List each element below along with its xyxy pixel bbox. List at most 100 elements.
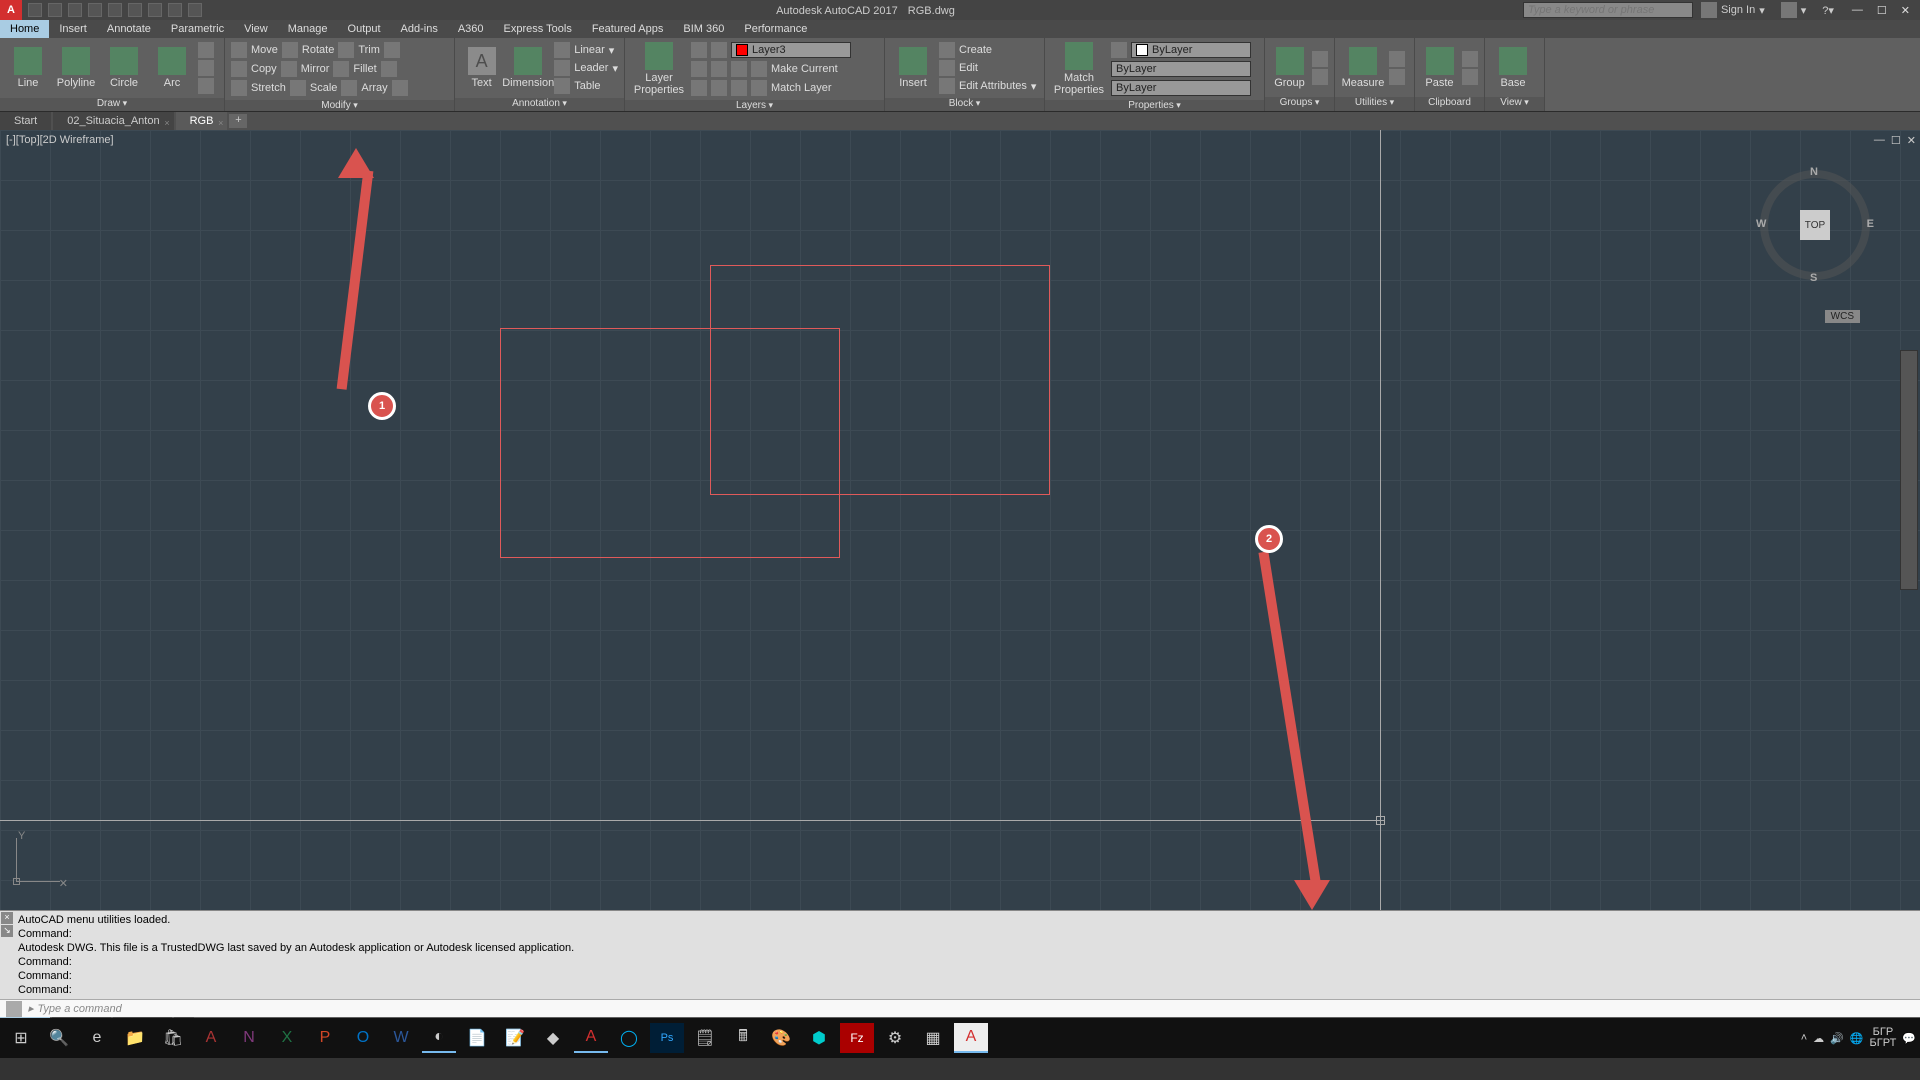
autocad-running-icon[interactable]: A	[954, 1023, 988, 1053]
tab-insert[interactable]: Insert	[49, 20, 97, 38]
app-logo[interactable]: A	[0, 0, 22, 20]
util-extra[interactable]	[1389, 69, 1405, 85]
app-icon[interactable]: ◆	[536, 1023, 570, 1053]
leader-button[interactable]: Leader▾	[554, 60, 618, 76]
panel-label-layers[interactable]: Layers	[625, 100, 884, 111]
file-icon[interactable]: 📄	[460, 1023, 494, 1053]
minimize-button[interactable]: —	[1852, 4, 1863, 17]
cmd-recent-icon[interactable]: ↘	[1, 925, 13, 937]
color-dropdown[interactable]: ByLayer	[1131, 42, 1251, 58]
viewcube[interactable]: N S E W TOP	[1760, 170, 1870, 280]
panel-label-utilities[interactable]: Utilities	[1335, 97, 1414, 111]
edit-block-button[interactable]: Edit	[939, 60, 1036, 76]
tray-network-icon[interactable]: 🌐	[1850, 1032, 1864, 1045]
navigation-bar[interactable]	[1900, 350, 1918, 590]
draw-extra-button[interactable]	[198, 60, 214, 76]
qat-button[interactable]	[168, 3, 182, 17]
paste-button[interactable]: Paste	[1421, 47, 1458, 89]
skype-icon[interactable]: ◯	[612, 1023, 646, 1053]
notepadpp-icon[interactable]: 📝	[498, 1023, 532, 1053]
viewport-close-icon[interactable]: ✕	[1907, 134, 1916, 147]
qat-button[interactable]	[108, 3, 122, 17]
tab-a360[interactable]: A360	[448, 20, 494, 38]
qat-button[interactable]	[88, 3, 102, 17]
store-icon[interactable]: 🛍	[156, 1023, 190, 1053]
calculator-icon[interactable]: 🖩	[726, 1023, 760, 1053]
maximize-button[interactable]: ☐	[1877, 4, 1887, 17]
stretch-button[interactable]: Stretch	[251, 82, 286, 94]
layer-properties-button[interactable]: Layer Properties	[631, 42, 687, 96]
doc-tab-rgb[interactable]: RGB×	[176, 112, 228, 130]
match-layer-button[interactable]: Match Layer	[771, 82, 832, 94]
trim-button[interactable]: Trim	[358, 44, 380, 56]
tab-bim360[interactable]: BIM 360	[673, 20, 734, 38]
command-window[interactable]: × ↘ AutoCAD menu utilities loaded. Comma…	[0, 910, 1920, 1002]
linear-button[interactable]: Linear▾	[554, 42, 618, 58]
tray-volume-icon[interactable]: 🔊	[1830, 1032, 1844, 1045]
viewport-maximize-icon[interactable]: ☐	[1891, 134, 1901, 147]
make-current-button[interactable]: Make Current	[771, 63, 838, 75]
qat-dropdown[interactable]	[188, 3, 202, 17]
ucs-icon[interactable]: Y ✕	[8, 830, 68, 890]
tab-annotate[interactable]: Annotate	[97, 20, 161, 38]
qat-button[interactable]	[68, 3, 82, 17]
arc-button[interactable]: Arc	[150, 47, 194, 89]
access-icon[interactable]: A	[194, 1023, 228, 1053]
drawing-area[interactable]: [-][Top][2D Wireframe] — ☐ ✕ 1 2 N S E W…	[0, 130, 1920, 910]
tray-language[interactable]: БГРБГРТ	[1870, 1027, 1897, 1049]
tray-chevron-icon[interactable]: ˄	[1801, 1032, 1807, 1044]
panel-label-view[interactable]: View	[1485, 97, 1544, 111]
paint-icon[interactable]: 🎨	[764, 1023, 798, 1053]
viewcube-west[interactable]: W	[1756, 218, 1766, 230]
filezilla-icon[interactable]: Fz	[840, 1023, 874, 1053]
rotate-button[interactable]: Rotate	[302, 44, 334, 56]
notes-icon[interactable]: 🗒	[688, 1023, 722, 1053]
viewcube-south[interactable]: S	[1810, 272, 1817, 284]
command-history[interactable]: AutoCAD menu utilities loaded. Command: …	[0, 911, 1920, 999]
dimension-button[interactable]: Dimension	[506, 47, 550, 89]
panel-label-modify[interactable]: Modify	[225, 100, 454, 111]
base-view-button[interactable]: Base	[1491, 47, 1535, 89]
outlook-icon[interactable]: O	[346, 1023, 380, 1053]
viewport-label[interactable]: [-][Top][2D Wireframe]	[6, 134, 114, 146]
group-button[interactable]: Group	[1271, 47, 1308, 89]
sign-in-menu[interactable]: Sign In▾	[1693, 2, 1773, 18]
explorer-icon[interactable]: 📁	[118, 1023, 152, 1053]
tab-express[interactable]: Express Tools	[494, 20, 582, 38]
polyline-button[interactable]: Polyline	[54, 47, 98, 89]
scale-button[interactable]: Scale	[310, 82, 338, 94]
tab-parametric[interactable]: Parametric	[161, 20, 234, 38]
panel-label-properties[interactable]: Properties	[1045, 100, 1264, 111]
array-button[interactable]: Array	[361, 82, 387, 94]
circle-button[interactable]: Circle	[102, 47, 146, 89]
help-button[interactable]: ?▾	[1814, 4, 1842, 17]
clip-extra[interactable]	[1462, 69, 1478, 85]
onenote-icon[interactable]: N	[232, 1023, 266, 1053]
line-button[interactable]: Line	[6, 47, 50, 89]
exchange-apps-button[interactable]: ▾	[1773, 2, 1815, 18]
viewcube-top-face[interactable]: TOP	[1800, 210, 1830, 240]
powerpoint-icon[interactable]: P	[308, 1023, 342, 1053]
doc-tab-start[interactable]: Start	[0, 112, 51, 130]
mirror-button[interactable]: Mirror	[301, 63, 330, 75]
layer-icon[interactable]	[691, 42, 707, 58]
viewcube-north[interactable]: N	[1810, 166, 1818, 178]
tab-output[interactable]: Output	[338, 20, 391, 38]
match-properties-button[interactable]: Match Properties	[1051, 42, 1107, 96]
edge-icon[interactable]: e	[80, 1023, 114, 1053]
util-extra[interactable]	[1389, 51, 1405, 67]
excel-icon[interactable]: X	[270, 1023, 304, 1053]
tab-view[interactable]: View	[234, 20, 278, 38]
wcs-label[interactable]: WCS	[1825, 310, 1860, 323]
tab-performance[interactable]: Performance	[734, 20, 817, 38]
draw-extra-button[interactable]	[198, 42, 214, 58]
layer-icon[interactable]	[711, 42, 727, 58]
clip-extra[interactable]	[1462, 51, 1478, 67]
app-icon[interactable]: ⬢	[802, 1023, 836, 1053]
panel-label-draw[interactable]: Draw	[0, 98, 224, 111]
qat-button[interactable]	[48, 3, 62, 17]
chrome-icon[interactable]: ◐	[422, 1023, 456, 1053]
tab-manage[interactable]: Manage	[278, 20, 338, 38]
group-extra[interactable]	[1312, 51, 1328, 67]
tab-home[interactable]: Home	[0, 20, 49, 38]
